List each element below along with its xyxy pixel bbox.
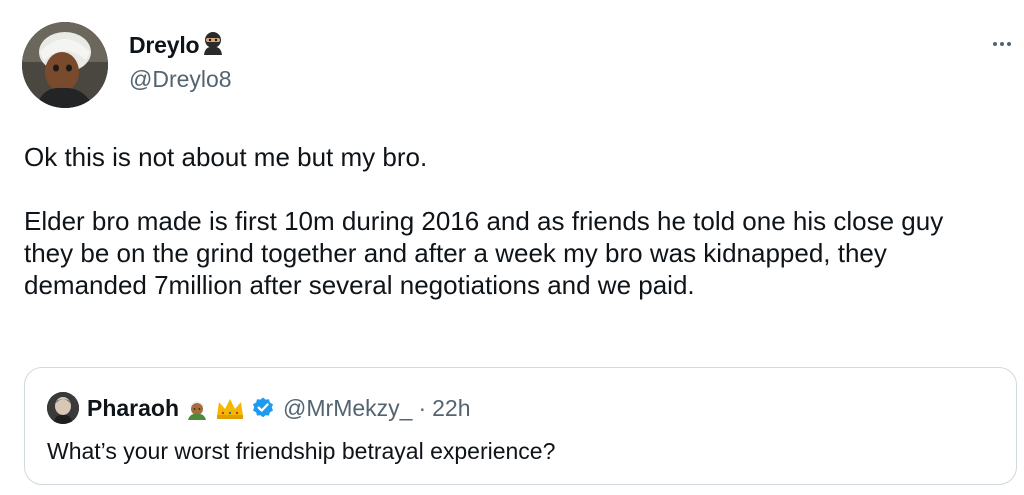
quoted-author-avatar[interactable]	[47, 392, 79, 424]
tweet-text: Ok this is not about me but my bro. Elde…	[24, 141, 999, 301]
dot	[1007, 42, 1011, 46]
verified-badge-icon	[251, 396, 275, 420]
author-display-name[interactable]: Dreylo	[129, 32, 200, 59]
dot	[1000, 42, 1004, 46]
author-avatar[interactable]	[22, 22, 108, 108]
quoted-author-display-name[interactable]: Pharaoh	[87, 395, 179, 422]
quoted-tweet-time[interactable]: 22h	[432, 395, 470, 422]
quoted-tweet-text: What’s your worst friendship betrayal ex…	[47, 438, 556, 464]
man-with-turban-emoji-icon	[185, 396, 209, 420]
tweet-paragraph: Elder bro made is first 10m during 2016 …	[24, 206, 944, 300]
crown-emoji-icon	[215, 396, 245, 420]
separator-dot: ·	[418, 394, 427, 421]
tweet-paragraph: Ok this is not about me but my bro.	[24, 142, 428, 172]
dot	[993, 42, 997, 46]
quoted-author-handle[interactable]: @MrMekzy_	[283, 395, 412, 422]
quoted-tweet-header: Pharaoh @MrMekzy_ · 22h	[47, 392, 471, 424]
display-name-row: Dreylo	[129, 30, 232, 60]
tweet-card: Dreylo @Dreylo8 Ok this is not about me …	[0, 0, 1024, 495]
more-options-icon[interactable]	[984, 34, 1020, 54]
author-handle[interactable]: @Dreylo8	[129, 66, 232, 93]
author-info: Dreylo @Dreylo8	[129, 30, 232, 93]
quoted-tweet[interactable]: Pharaoh @MrMekzy_ · 22h What’s your wors…	[24, 367, 1017, 485]
ninja-emoji-icon	[201, 31, 225, 60]
